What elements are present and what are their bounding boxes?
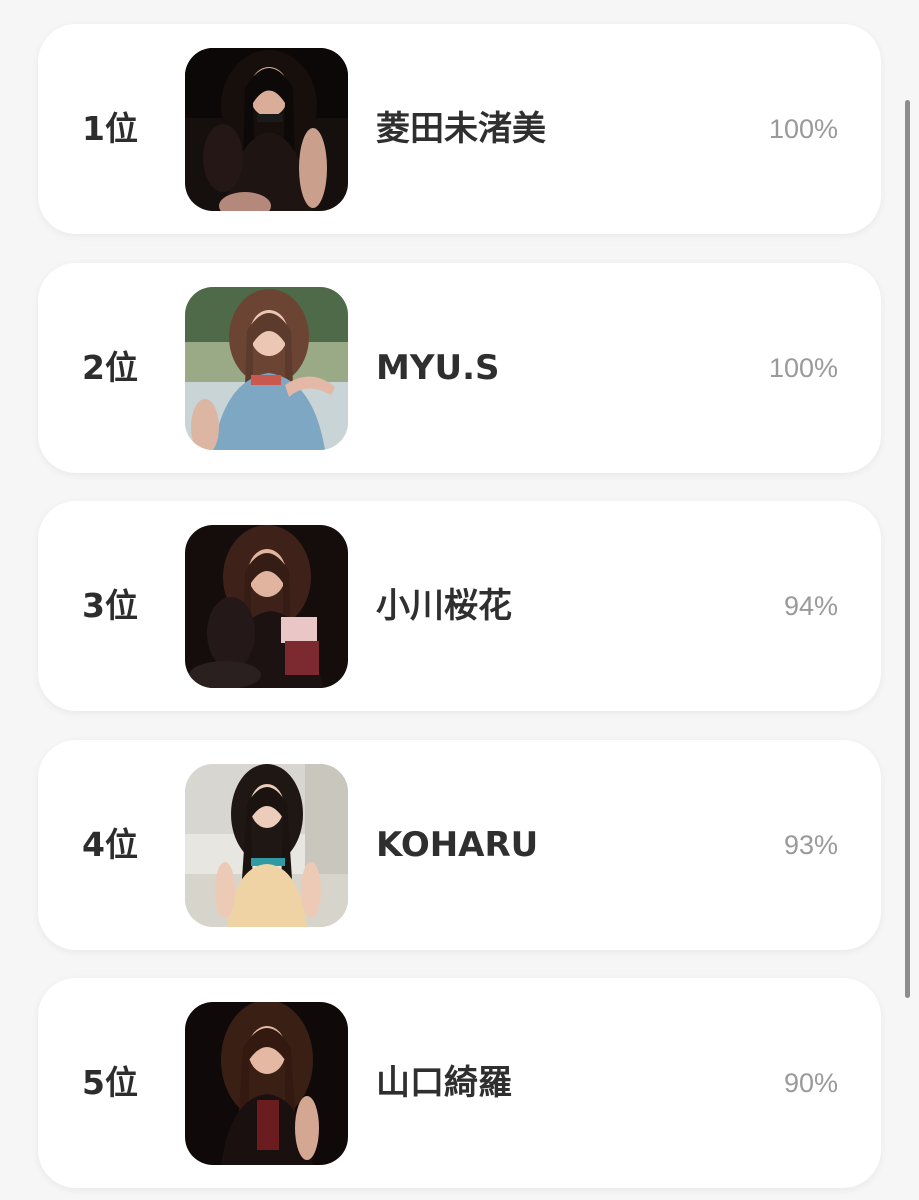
member-name: KOHARU [376,825,539,865]
member-name: MYU.S [376,348,500,388]
percent-value: 93% [783,830,838,860]
ranking-card[interactable]: 4位 KOHARU 93% [38,740,881,950]
ranking-card[interactable]: 2位 MYU.S 100% [38,263,881,473]
percent-value: 100% [768,114,838,144]
rank-label: 5位 [82,1063,138,1102]
ranking-card[interactable]: 1位 菱田未渚美 100% [38,24,881,234]
member-photo [185,764,348,927]
rank-label: 4位 [82,825,138,864]
ranking-card[interactable]: 5位 山口綺羅 90% [38,978,881,1188]
member-name: 小川桜花 [376,586,512,626]
percent-value: 94% [783,591,838,621]
ranking-card[interactable]: 3位 小川桜花 94% [38,501,881,711]
member-name: 菱田未渚美 [376,109,546,149]
member-name: 山口綺羅 [376,1063,512,1103]
percent-value: 90% [783,1068,838,1098]
rank-label: 1位 [82,109,138,148]
scrollbar[interactable] [905,100,910,998]
member-photo [185,1002,348,1165]
ranking-list: 1位 菱田未渚美 100% 2位 MYU.S 100% 3位 小川桜花 94% … [0,0,919,1200]
rank-label: 2位 [82,348,138,387]
rank-label: 3位 [82,586,138,625]
member-photo [185,525,348,688]
percent-value: 100% [768,353,838,383]
member-photo [185,287,348,450]
member-photo [185,48,348,211]
